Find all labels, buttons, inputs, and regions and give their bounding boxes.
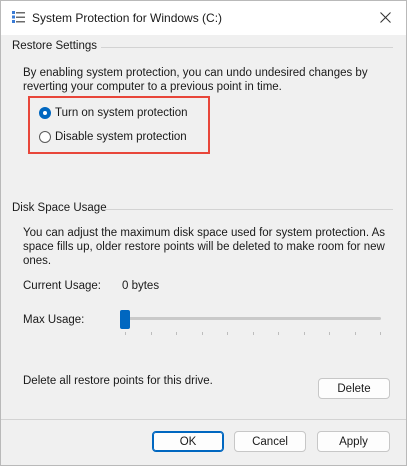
title-bar: System Protection for Windows (C:) — [1, 1, 406, 35]
slider-tick — [303, 332, 305, 335]
radio-selected-indicator — [39, 107, 51, 119]
cancel-button[interactable]: Cancel — [234, 431, 306, 452]
slider-tick — [278, 332, 279, 335]
slider-tick — [201, 332, 203, 335]
radio-unselected-indicator — [39, 131, 51, 143]
restore-settings-title: Restore Settings — [12, 40, 98, 52]
window-title: System Protection for Windows (C:) — [32, 11, 223, 25]
system-protection-icon — [12, 11, 25, 23]
apply-button[interactable]: Apply — [317, 431, 390, 452]
max-usage-slider-track[interactable] — [122, 317, 381, 320]
close-icon — [379, 11, 391, 23]
ok-button[interactable]: OK — [152, 431, 224, 452]
footer-divider — [1, 419, 406, 420]
slider-tick — [227, 332, 228, 335]
current-usage-value: 0 bytes — [122, 280, 160, 292]
max-usage-label: Max Usage: — [23, 314, 85, 326]
disable-protection-radio[interactable]: Disable system protection — [39, 131, 187, 143]
turn-on-protection-label: Turn on system protection — [55, 107, 188, 119]
disable-protection-label: Disable system protection — [55, 131, 187, 143]
restore-settings-description: By enabling system protection, you can u… — [23, 67, 368, 93]
delete-button[interactable]: Delete — [318, 378, 390, 399]
slider-tick — [176, 332, 177, 335]
current-usage-label: Current Usage: — [23, 280, 101, 292]
delete-restore-points-text: Delete all restore points for this drive… — [23, 375, 213, 387]
restore-settings-divider — [101, 47, 393, 48]
close-button[interactable] — [364, 1, 406, 33]
dialog-window: System Protection for Windows (C:) Resto… — [0, 0, 407, 466]
slider-tick — [150, 332, 152, 335]
slider-ticks — [125, 332, 381, 335]
slider-tick — [380, 332, 381, 335]
turn-on-protection-radio[interactable]: Turn on system protection — [39, 107, 188, 119]
disk-space-title: Disk Space Usage — [12, 202, 107, 214]
slider-tick — [252, 332, 254, 335]
max-usage-slider-thumb[interactable] — [120, 310, 130, 329]
disk-space-description: You can adjust the maximum disk space us… — [23, 227, 386, 267]
disk-space-divider — [103, 209, 393, 210]
slider-tick — [125, 332, 126, 335]
slider-tick — [329, 332, 330, 335]
slider-tick — [354, 332, 356, 335]
options-highlight-box — [28, 96, 210, 154]
